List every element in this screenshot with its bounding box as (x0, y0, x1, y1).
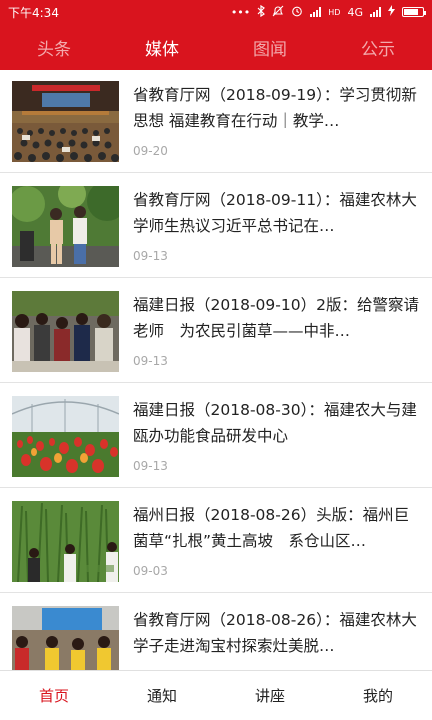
tab-toutiao[interactable]: 头条 (0, 24, 108, 70)
tab-gongshi[interactable]: 公示 (324, 24, 432, 70)
bluetooth-icon (257, 4, 266, 20)
network-type: 4G (347, 5, 363, 19)
mute-icon (272, 5, 284, 20)
signal-icon (310, 7, 322, 17)
news-title[interactable]: 省教育厅网（2018-09-19）：学习贯彻新思想 福建教育在行动｜教学… (133, 82, 421, 134)
news-item[interactable]: 省教育厅网（2018-09-11）：福建农林大学师生热议习近平总书记在… 09-… (0, 175, 432, 278)
tab-meiti[interactable]: 媒体 (108, 24, 216, 70)
charging-icon (388, 5, 395, 19)
more-dots-icon: ••• (230, 5, 251, 19)
nav-profile[interactable]: 我的 (324, 671, 432, 720)
tab-tuwen[interactable]: 图闻 (216, 24, 324, 70)
status-time: 下午4:34 (8, 5, 59, 20)
alarm-icon (291, 5, 303, 20)
news-item[interactable]: 福州日报（2018-08-26）头版：福州巨菌草“扎根”黄土高坡 系仓山区… 0… (0, 490, 432, 593)
news-date: 09-03 (133, 564, 168, 578)
news-list[interactable]: 省教育厅网（2018-09-19）：学习贯彻新思想 福建教育在行动｜教学… 09… (0, 70, 432, 670)
news-item[interactable]: 省教育厅网（2018-09-19）：学习贯彻新思想 福建教育在行动｜教学… 09… (0, 70, 432, 173)
news-date: 09-13 (133, 459, 168, 473)
news-thumbnail-greenhouse (12, 396, 119, 477)
news-item[interactable]: 省教育厅网（2018-08-26）：福建农林大学子走进淘宝村探索灶美脱… (0, 595, 432, 670)
category-tab-bar: 头条 媒体 图闻 公示 (0, 24, 432, 70)
news-title[interactable]: 省教育厅网（2018-09-11）：福建农林大学师生热议习近平总书记在… (133, 187, 421, 239)
news-item[interactable]: 福建日报（2018-08-30）：福建农大与建瓯办功能食品研发中心 09-13 (0, 385, 432, 488)
news-date: 09-20 (133, 144, 168, 158)
news-date: 09-13 (133, 354, 168, 368)
battery-icon (402, 7, 426, 17)
news-title[interactable]: 省教育厅网（2018-08-26）：福建农林大学子走进淘宝村探索灶美脱… (133, 607, 421, 659)
news-title[interactable]: 福州日报（2018-08-26）头版：福州巨菌草“扎根”黄土高坡 系仓山区… (133, 502, 421, 554)
nav-notifications[interactable]: 通知 (108, 671, 216, 720)
news-item[interactable]: 福建日报（2018-09-10）2版：给警察请老师 为农民引菌草——中非… 09… (0, 280, 432, 383)
status-bar: 下午4:34 ••• HD 4G (0, 0, 432, 24)
nav-lectures[interactable]: 讲座 (216, 671, 324, 720)
news-thumbnail-auditorium (12, 81, 119, 162)
news-thumbnail-students (12, 186, 119, 267)
news-thumbnail-grass-field (12, 501, 119, 582)
news-title[interactable]: 福建日报（2018-09-10）2版：给警察请老师 为农民引菌草——中非… (133, 292, 421, 344)
signal-icon (370, 7, 381, 17)
bottom-navigation: 首页 通知 讲座 我的 (0, 670, 432, 720)
nav-home[interactable]: 首页 (0, 671, 108, 720)
news-title[interactable]: 福建日报（2018-08-30）：福建农大与建瓯办功能食品研发中心 (133, 397, 421, 449)
news-date: 09-13 (133, 249, 168, 263)
hd-icon: HD (328, 7, 341, 17)
news-thumbnail-classroom (12, 606, 119, 670)
news-thumbnail-meeting (12, 291, 119, 372)
status-icons: ••• HD 4G (230, 4, 426, 20)
